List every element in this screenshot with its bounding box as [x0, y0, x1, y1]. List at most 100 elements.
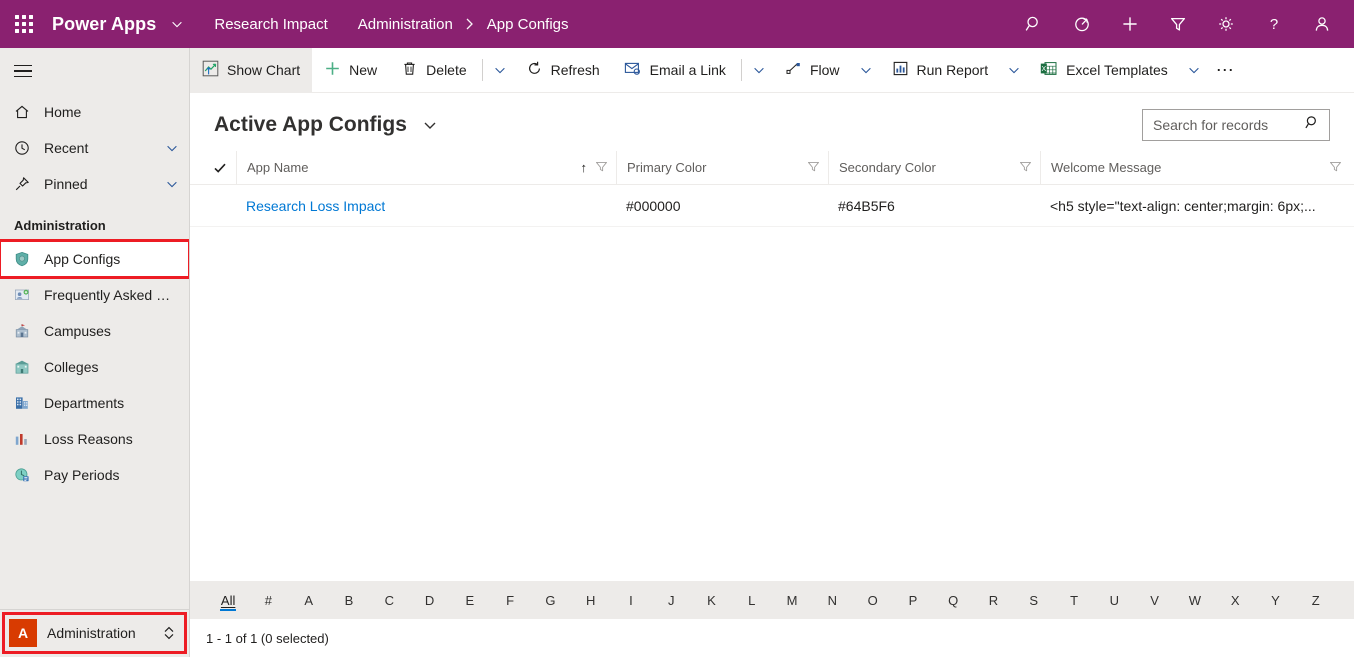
- sidebar-item-label: Loss Reasons: [44, 431, 133, 447]
- sidebar-item-departments[interactable]: Departments: [0, 385, 189, 421]
- filter-icon[interactable]: [1329, 160, 1342, 176]
- view-bar: Active App Configs: [190, 99, 1354, 151]
- flow-dropdown-chevron-down-icon[interactable]: [852, 48, 880, 92]
- user-account-icon[interactable]: [1298, 0, 1346, 48]
- alphabet-filter-n[interactable]: N: [812, 581, 852, 619]
- alphabet-filter-r[interactable]: R: [973, 581, 1013, 619]
- alphabet-filter-label: H: [585, 592, 596, 608]
- email-a-link-button[interactable]: Email a Link: [612, 48, 738, 92]
- alphabet-filter-u[interactable]: U: [1094, 581, 1134, 619]
- refresh-button[interactable]: Refresh: [514, 48, 612, 92]
- alphabet-filter-a[interactable]: A: [289, 581, 329, 619]
- excel-templates-dropdown-chevron-down-icon[interactable]: [1180, 48, 1208, 92]
- more-commands-icon[interactable]: ⋯: [1208, 48, 1244, 92]
- alphabet-filter-b[interactable]: B: [329, 581, 369, 619]
- breadcrumb-item-app[interactable]: Research Impact: [214, 16, 327, 33]
- excel-templates-button[interactable]: X Excel Templates: [1028, 48, 1180, 92]
- view-selector-chevron-down-icon[interactable]: [421, 116, 439, 134]
- alphabet-filter-label: I: [629, 592, 633, 608]
- filter-icon[interactable]: [595, 160, 608, 176]
- diagnostics-icon[interactable]: [1058, 0, 1106, 48]
- breadcrumb-item-entity[interactable]: App Configs: [487, 16, 569, 33]
- command-separator: [740, 59, 742, 81]
- alphabet-filter-k[interactable]: K: [691, 581, 731, 619]
- alphabet-filter-h[interactable]: H: [571, 581, 611, 619]
- alphabet-filter-m[interactable]: M: [772, 581, 812, 619]
- new-button[interactable]: New: [312, 48, 389, 92]
- sidebar-item-pinned[interactable]: Pinned: [0, 166, 189, 202]
- alphabet-filter-label: V: [1150, 592, 1159, 608]
- run-report-button[interactable]: Run Report: [880, 48, 1001, 92]
- flow-button[interactable]: Flow: [773, 48, 852, 92]
- alphabet-filter-l[interactable]: L: [732, 581, 772, 619]
- alphabet-filter-y[interactable]: Y: [1255, 581, 1295, 619]
- chevron-down-icon[interactable]: [165, 177, 179, 191]
- alphabet-filter-p[interactable]: P: [893, 581, 933, 619]
- search-box[interactable]: [1142, 109, 1330, 141]
- alphabet-filter-v[interactable]: V: [1134, 581, 1174, 619]
- column-header-secondary-color[interactable]: Secondary Color: [828, 151, 1040, 185]
- sidebar-toggle-button[interactable]: [0, 48, 189, 94]
- sidebar-item-app-configs[interactable]: App Configs: [0, 239, 189, 279]
- alphabet-filter-label: Q: [948, 592, 959, 608]
- alphabet-filter-d[interactable]: D: [409, 581, 449, 619]
- area-selector[interactable]: A Administration: [2, 612, 187, 654]
- settings-gear-icon[interactable]: [1202, 0, 1250, 48]
- department-icon: [14, 395, 30, 411]
- quick-create-icon[interactable]: [1106, 0, 1154, 48]
- alphabet-filter-i[interactable]: I: [611, 581, 651, 619]
- alphabet-filter-o[interactable]: O: [853, 581, 893, 619]
- alphabet-filter-j[interactable]: J: [651, 581, 691, 619]
- filter-icon[interactable]: [1154, 0, 1202, 48]
- help-icon[interactable]: ?: [1250, 0, 1298, 48]
- search-icon[interactable]: [1304, 114, 1321, 136]
- delete-dropdown-chevron-down-icon[interactable]: [486, 48, 514, 92]
- sidebar-item-label: Home: [44, 104, 82, 120]
- sidebar-item-campuses[interactable]: Campuses: [0, 313, 189, 349]
- search-icon[interactable]: [1010, 0, 1058, 48]
- alphabet-filter-label: D: [424, 592, 435, 608]
- sidebar-item-home[interactable]: Home: [0, 94, 189, 130]
- table-row[interactable]: Research Loss Impact #000000 #64B5F6 <h5…: [190, 185, 1354, 227]
- filter-icon[interactable]: [1019, 160, 1032, 176]
- sidebar-item-loss-reasons[interactable]: Loss Reasons: [0, 421, 189, 457]
- alphabet-filter-label: U: [1109, 592, 1120, 608]
- show-chart-button[interactable]: Show Chart: [190, 48, 313, 92]
- sidebar-item-frequently-asked-questions[interactable]: Frequently Asked Qu...: [0, 277, 189, 313]
- alphabet-filter-t[interactable]: T: [1054, 581, 1094, 619]
- column-header-primary-color[interactable]: Primary Color: [616, 151, 828, 185]
- search-input[interactable]: [1153, 117, 1304, 133]
- alphabet-filter-e[interactable]: E: [450, 581, 490, 619]
- alphabet-filter-x[interactable]: X: [1215, 581, 1255, 619]
- brand-chevron-down-icon[interactable]: [170, 17, 184, 31]
- column-header-app-name[interactable]: App Name ↑: [236, 151, 616, 185]
- breadcrumb-item-area[interactable]: Administration: [358, 16, 453, 33]
- app-launcher-button[interactable]: [0, 0, 48, 48]
- alphabet-filter-c[interactable]: C: [369, 581, 409, 619]
- record-link[interactable]: Research Loss Impact: [246, 198, 385, 214]
- alphabet-filter-hash[interactable]: #: [248, 581, 288, 619]
- sidebar-item-label: Frequently Asked Qu...: [44, 287, 179, 303]
- sidebar-item-colleges[interactable]: Colleges: [0, 349, 189, 385]
- chevron-up-down-icon[interactable]: [162, 624, 176, 642]
- cell-app-name[interactable]: Research Loss Impact: [236, 185, 616, 227]
- alphabet-filter-z[interactable]: Z: [1296, 581, 1336, 619]
- alphabet-filter-q[interactable]: Q: [933, 581, 973, 619]
- email-link-dropdown-chevron-down-icon[interactable]: [745, 48, 773, 92]
- alphabet-filter-s[interactable]: S: [1014, 581, 1054, 619]
- run-report-dropdown-chevron-down-icon[interactable]: [1000, 48, 1028, 92]
- alphabet-filter-label: O: [867, 592, 878, 608]
- sort-ascending-icon[interactable]: ↑: [581, 160, 588, 175]
- alphabet-filter-f[interactable]: F: [490, 581, 530, 619]
- alphabet-filter-w[interactable]: W: [1175, 581, 1215, 619]
- refresh-icon: [526, 60, 543, 80]
- delete-button[interactable]: Delete: [389, 48, 478, 92]
- sidebar-item-pay-periods[interactable]: Pay Periods: [0, 457, 189, 493]
- alphabet-filter-all[interactable]: All: [208, 581, 248, 619]
- sidebar-item-recent[interactable]: Recent: [0, 130, 189, 166]
- alphabet-filter-g[interactable]: G: [530, 581, 570, 619]
- filter-icon[interactable]: [807, 160, 820, 176]
- select-all-checkmark-icon[interactable]: [204, 161, 236, 175]
- chevron-down-icon[interactable]: [165, 141, 179, 155]
- column-header-welcome-message[interactable]: Welcome Message: [1040, 151, 1350, 185]
